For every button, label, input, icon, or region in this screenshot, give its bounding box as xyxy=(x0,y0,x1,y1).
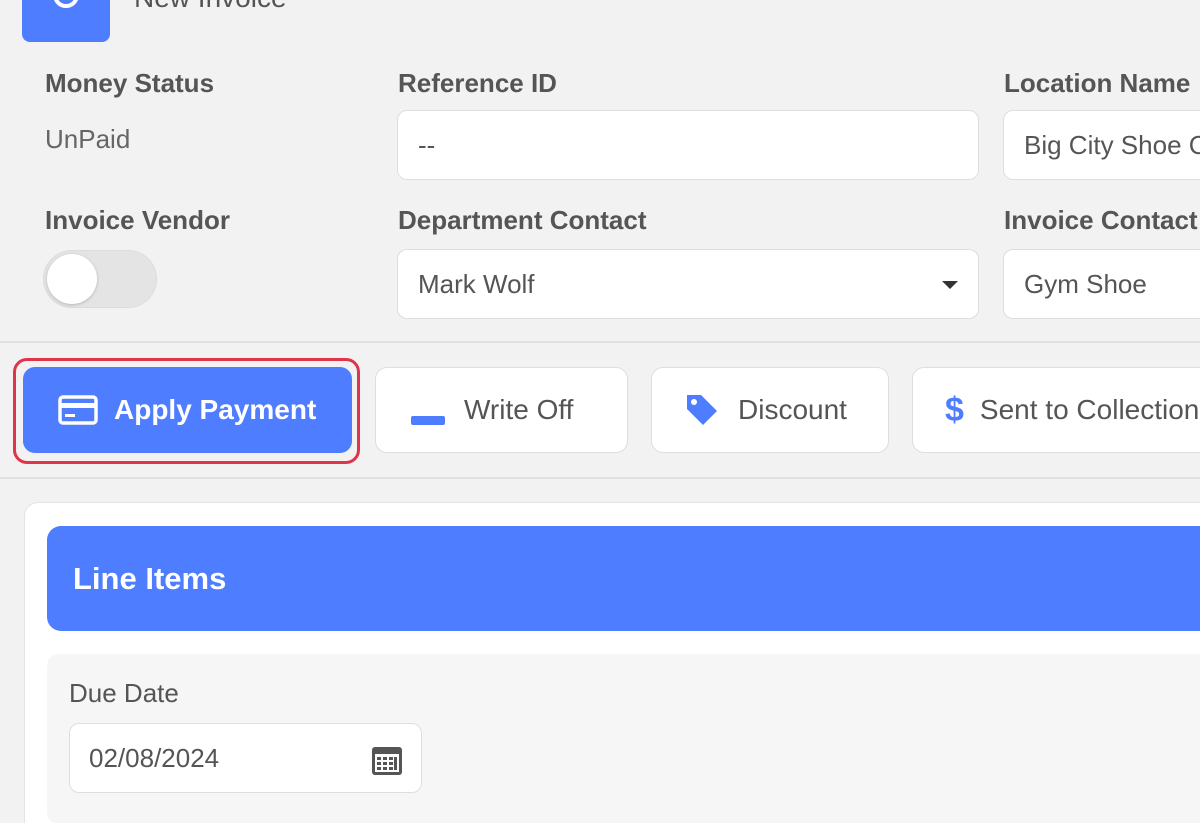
location-name-label: Location Name xyxy=(1004,68,1191,98)
discount-button[interactable]: Discount xyxy=(651,367,889,453)
location-name-field[interactable]: Big City Shoe Co xyxy=(1003,110,1200,180)
invoice-contact-label: Invoice Contact xyxy=(1004,205,1198,235)
apply-payment-button[interactable]: Apply Payment xyxy=(23,367,352,453)
reference-id-value: -- xyxy=(418,129,436,160)
reference-id-field[interactable]: -- xyxy=(397,110,979,180)
department-contact-label: Department Contact xyxy=(398,205,647,235)
invoice-contact-field[interactable]: Gym Shoe xyxy=(1003,249,1200,319)
reference-id-label: Reference ID xyxy=(398,68,557,98)
due-date-value: 02/08/2024 xyxy=(89,742,220,773)
invoice-vendor-label: Invoice Vendor xyxy=(45,205,230,235)
header-circle-icon xyxy=(22,0,110,42)
minus-icon xyxy=(411,416,445,425)
apply-payment-label: Apply Payment xyxy=(114,394,317,425)
money-status-label: Money Status xyxy=(45,68,215,98)
due-date-input[interactable]: 02/08/2024 xyxy=(69,723,422,793)
toggle-knob xyxy=(47,254,97,304)
money-status-value: UnPaid xyxy=(45,124,131,154)
due-date-label: Due Date xyxy=(69,678,179,708)
calendar-icon[interactable] xyxy=(371,744,403,776)
write-off-label: Write Off xyxy=(464,394,574,425)
location-name-value: Big City Shoe Co xyxy=(1024,129,1200,160)
page-title: New Invoice xyxy=(134,0,287,14)
department-contact-select[interactable]: Mark Wolf xyxy=(397,249,979,319)
dollar-icon: $ xyxy=(945,390,964,429)
invoice-page: New Invoice Money Status UnPaid Referenc… xyxy=(0,0,1200,823)
discount-label: Discount xyxy=(738,394,847,425)
line-items-title: Line Items xyxy=(73,561,227,596)
credit-card-icon xyxy=(58,395,98,425)
sent-to-collections-button[interactable]: $ Sent to Collections xyxy=(912,367,1200,453)
divider xyxy=(0,341,1200,343)
invoice-contact-value: Gym Shoe xyxy=(1024,268,1147,299)
chevron-down-icon xyxy=(942,281,958,289)
divider xyxy=(0,477,1200,479)
tag-icon xyxy=(687,395,717,425)
invoice-vendor-toggle[interactable] xyxy=(43,250,157,308)
write-off-button[interactable]: Write Off xyxy=(375,367,628,453)
department-contact-value: Mark Wolf xyxy=(418,268,535,299)
sent-to-collections-label: Sent to Collections xyxy=(979,394,1200,425)
